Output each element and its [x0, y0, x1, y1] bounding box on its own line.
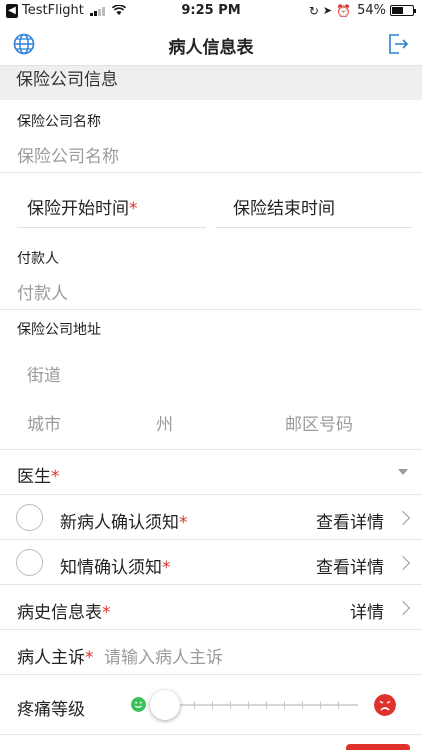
- required-mark: *: [85, 648, 94, 668]
- chief-complaint-input[interactable]: 请输入病人主诉: [104, 643, 223, 668]
- company-name-label: 保险公司名称: [17, 114, 101, 130]
- slider-tick: [338, 701, 339, 709]
- required-mark: *: [162, 558, 171, 578]
- payer-label: 付款人: [17, 251, 59, 267]
- new-patient-text: 新病人确认须知: [60, 513, 179, 533]
- chevron-right-icon[interactable]: [395, 510, 411, 526]
- divider: [0, 539, 422, 540]
- doctor-select[interactable]: 医生*: [17, 462, 60, 487]
- company-name-input[interactable]: 保险公司名称: [17, 142, 119, 167]
- divider: [0, 629, 422, 630]
- pain-level-label: 疼痛等级: [17, 700, 85, 720]
- history-text: 病史信息表: [17, 603, 102, 623]
- zip-input[interactable]: 邮区号码: [285, 410, 353, 435]
- end-date-label: 保险结束时间: [233, 199, 335, 219]
- orientation-lock-icon: ↻: [308, 3, 319, 18]
- slider-tick: [302, 701, 303, 709]
- new-patient-checkbox[interactable]: [16, 504, 43, 531]
- complaint-text: 病人主诉: [17, 648, 85, 668]
- divider: [0, 449, 422, 450]
- consent-notice-label: 知情确认须知*: [60, 553, 171, 578]
- new-patient-notice-label: 新病人确认须知*: [60, 508, 188, 533]
- payer-input[interactable]: 付款人: [17, 279, 68, 304]
- location-icon: ➤: [322, 4, 333, 17]
- bottom-action-button[interactable]: [346, 744, 410, 750]
- slider-tick: [212, 701, 213, 709]
- medical-history-label: 病史信息表*: [17, 598, 111, 623]
- consent-text: 知情确认须知: [60, 558, 162, 578]
- insurance-section-header: 保险公司信息: [0, 66, 422, 100]
- state-input[interactable]: 州: [156, 410, 173, 435]
- start-date-label: 保险开始时间: [27, 199, 129, 219]
- slider-tick: [248, 701, 249, 709]
- slider-tick: [230, 701, 231, 709]
- divider: [0, 172, 422, 173]
- city-input[interactable]: 城市: [27, 410, 61, 435]
- required-mark: *: [51, 467, 60, 487]
- divider: [0, 674, 422, 675]
- slider-tick: [284, 701, 285, 709]
- medical-history-details[interactable]: 详情: [350, 598, 384, 623]
- chief-complaint-label: 病人主诉*: [17, 643, 94, 668]
- consent-view-details[interactable]: 查看详情: [316, 553, 384, 578]
- divider: [0, 734, 422, 735]
- required-mark: *: [179, 513, 188, 533]
- required-mark: *: [129, 199, 138, 219]
- consent-checkbox[interactable]: [16, 549, 43, 576]
- address-label: 保险公司地址: [17, 322, 101, 338]
- doctor-label: 医生: [17, 467, 51, 487]
- end-date-underline: [216, 227, 412, 228]
- alarm-icon: ⏰: [336, 3, 352, 18]
- page-title: 病人信息表: [168, 38, 254, 58]
- status-bar: ◀ TestFlight 9:25 PM ↻ ➤ ⏰ 54%: [0, 0, 422, 22]
- street-input[interactable]: 街道: [27, 361, 61, 386]
- required-mark: *: [102, 603, 111, 623]
- chevron-right-icon[interactable]: [395, 600, 411, 616]
- happy-face-icon: [131, 697, 146, 712]
- slider-tick: [194, 701, 195, 709]
- new-patient-view-details[interactable]: 查看详情: [316, 508, 384, 533]
- insurance-end-date-field[interactable]: 保险结束时间: [233, 194, 335, 219]
- slider-tick: [320, 701, 321, 709]
- battery-icon: [390, 5, 416, 16]
- start-date-underline: [17, 227, 206, 228]
- chevron-right-icon[interactable]: [395, 555, 411, 571]
- pain-slider-thumb[interactable]: [150, 690, 180, 720]
- dropdown-arrow-icon[interactable]: [398, 469, 408, 475]
- divider: [0, 494, 422, 495]
- status-right: ↻ ➤ ⏰ 54%: [308, 3, 416, 18]
- pain-slider-track[interactable]: [158, 701, 358, 709]
- slider-tick: [266, 701, 267, 709]
- divider: [0, 584, 422, 585]
- insurance-start-date-field[interactable]: 保险开始时间*: [27, 194, 138, 219]
- sad-face-icon: [374, 694, 396, 716]
- divider: [0, 309, 422, 310]
- battery-percent: 54%: [357, 3, 386, 18]
- navigation-bar: 病人信息表: [0, 22, 422, 66]
- logout-icon[interactable]: [386, 32, 410, 56]
